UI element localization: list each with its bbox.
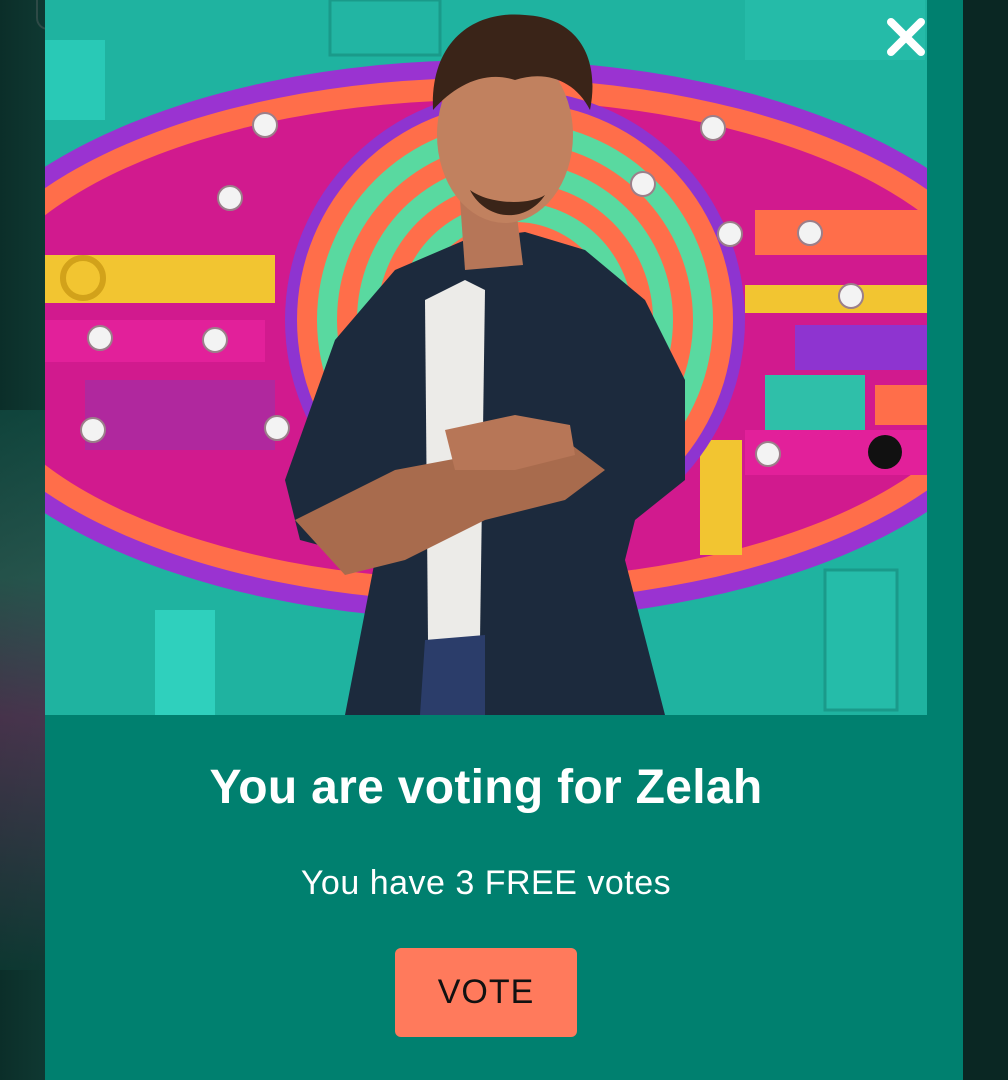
close-button[interactable] bbox=[883, 14, 929, 60]
vote-modal: You are voting for Zelah You have 3 FREE… bbox=[45, 0, 963, 1080]
background-page-strip bbox=[0, 410, 45, 970]
vote-button[interactable]: VOTE bbox=[395, 948, 577, 1037]
vote-modal-title: You are voting for Zelah bbox=[209, 761, 763, 814]
close-icon bbox=[887, 18, 925, 56]
free-votes-text: You have 3 FREE votes bbox=[300, 864, 672, 902]
hero-illustration bbox=[45, 0, 927, 715]
housemate-hero-image bbox=[45, 0, 927, 715]
background-page-right bbox=[963, 0, 1008, 1080]
